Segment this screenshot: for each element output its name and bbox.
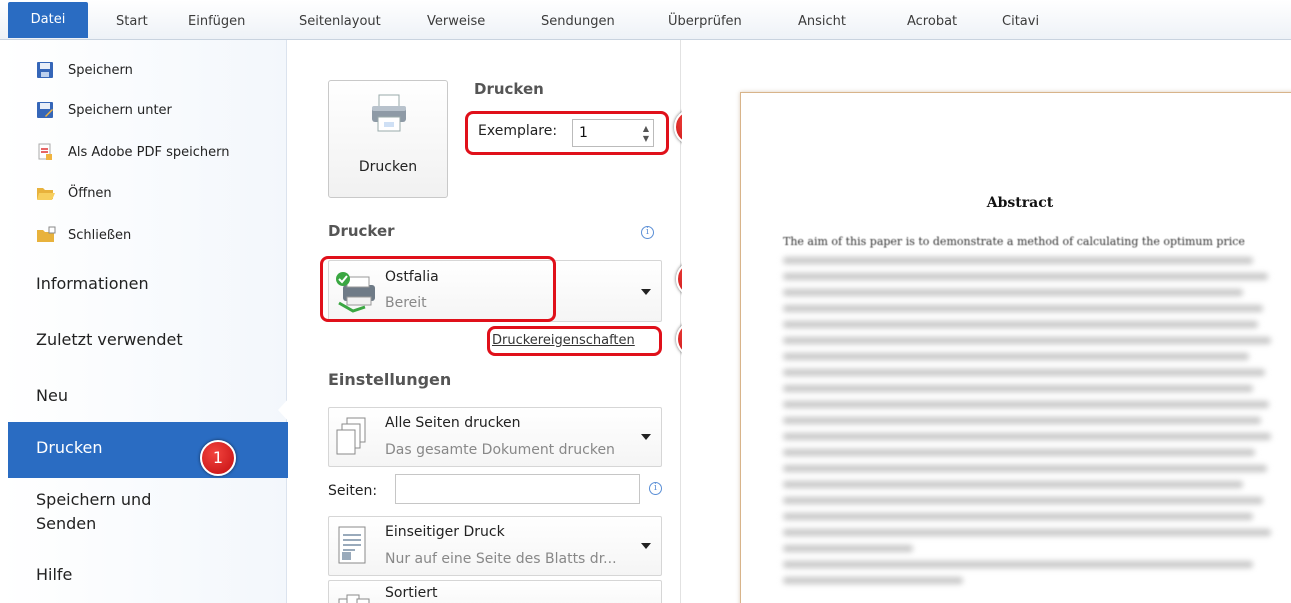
tab-start[interactable]: Start [116, 0, 148, 40]
single-sided-icon [337, 525, 371, 573]
save-icon [36, 61, 56, 79]
tab-review[interactable]: Überprüfen [668, 0, 742, 40]
tab-view[interactable]: Ansicht [798, 0, 846, 40]
preview-first-line: The aim of this paper is to demonstrate … [783, 235, 1245, 248]
chevron-down-icon [641, 543, 651, 549]
blurred-text-line [783, 369, 1265, 376]
tab-page-layout[interactable]: Seitenlayout [299, 0, 381, 40]
blurred-text-line [783, 561, 1253, 568]
settings-heading: Einstellungen [328, 370, 452, 389]
pages-icon [335, 416, 369, 464]
nav-save[interactable]: Speichern [36, 55, 133, 85]
tab-references[interactable]: Verweise [427, 0, 485, 40]
blurred-text-line [783, 385, 1253, 392]
callout-box-copies [465, 111, 669, 155]
callout-box-properties [487, 326, 662, 356]
print-preview: Abstract The aim of this paper is to dem… [682, 40, 1291, 603]
blurred-text-line [783, 529, 1271, 536]
info-icon[interactable]: i [641, 226, 654, 239]
pages-label: Seiten: [328, 483, 378, 499]
save-as-icon [36, 101, 56, 119]
blurred-text-line [783, 401, 1269, 408]
folder-open-icon [36, 184, 56, 202]
nav-save-pdf-label: Als Adobe PDF speichern [68, 144, 230, 160]
nav-item-print-label: Drucken [36, 438, 103, 457]
nav-open[interactable]: Öffnen [36, 178, 112, 208]
blurred-text-line [783, 513, 1253, 520]
range-subtitle: Das gesamte Dokument drucken [385, 442, 615, 458]
nav-item-info[interactable]: Informationen [36, 272, 149, 296]
sides-title: Einseitiger Druck [385, 524, 505, 540]
nav-item-help[interactable]: Hilfe [36, 563, 72, 587]
preview-page: Abstract The aim of this paper is to dem… [740, 92, 1291, 603]
nav-open-label: Öffnen [68, 185, 112, 201]
nav-close[interactable]: Schließen [36, 220, 131, 250]
blurred-text-line [783, 289, 1243, 296]
blurred-text-line [783, 353, 1249, 360]
blurred-text-line [783, 545, 913, 552]
blurred-text-line [783, 465, 1267, 472]
nav-save-pdf[interactable]: Als Adobe PDF speichern [36, 137, 230, 167]
blurred-text-line [783, 273, 1268, 280]
collate-title: Sortiert [385, 585, 438, 601]
tab-mailings[interactable]: Sendungen [541, 0, 615, 40]
blurred-text-line [783, 337, 1271, 344]
sides-subtitle: Nur auf eine Seite des Blatts dr... [385, 551, 617, 567]
nav-item-save-send-line2: Senden [36, 514, 97, 533]
blurred-text-line [783, 257, 1253, 264]
printer-heading: Drucker [328, 222, 395, 240]
nav-item-recent[interactable]: Zuletzt verwendet [36, 328, 183, 352]
blurred-text-line [783, 481, 1243, 488]
print-heading: Drucken [474, 80, 544, 98]
pages-input[interactable] [395, 474, 640, 504]
chevron-down-icon [641, 434, 651, 440]
info-icon[interactable]: i [649, 482, 662, 495]
duplex-dropdown[interactable]: Einseitiger Druck Nur auf eine Seite des… [328, 516, 662, 576]
tab-citavi[interactable]: Citavi [1002, 0, 1039, 40]
print-range-dropdown[interactable]: Alle Seiten drucken Das gesamte Dokument… [328, 407, 662, 467]
print-button-label: Drucken [358, 159, 418, 175]
range-title: Alle Seiten drucken [385, 415, 521, 431]
nav-item-save-send[interactable]: Speichern und Senden [36, 488, 151, 536]
nav-item-save-send-line1: Speichern und [36, 490, 152, 509]
blurred-text-line [783, 417, 1261, 424]
callout-badge-1: 1 [200, 440, 236, 476]
collate-icon [337, 589, 377, 603]
chevron-down-icon [641, 289, 651, 295]
blurred-text-line [783, 321, 1258, 328]
tab-acrobat[interactable]: Acrobat [907, 0, 957, 40]
blurred-text-line [783, 433, 1271, 440]
nav-item-new[interactable]: Neu [36, 384, 68, 408]
blurred-text-line [783, 305, 1263, 312]
nav-item-print[interactable]: Drucken [8, 422, 288, 478]
callout-box-printer [320, 256, 556, 322]
folder-close-icon [36, 226, 56, 244]
blurred-text-line [783, 497, 1263, 504]
nav-close-label: Schließen [68, 227, 132, 243]
nav-save-label: Speichern [68, 62, 133, 78]
tab-insert[interactable]: Einfügen [188, 0, 245, 40]
preview-abstract-title: Abstract [986, 195, 1054, 211]
ribbon-tab-bar: Datei Start Einfügen Seitenlayout Verwei… [0, 0, 1291, 40]
nav-save-as[interactable]: Speichern unter [36, 95, 172, 125]
blurred-text-line [783, 449, 1255, 456]
print-button[interactable]: Drucken [328, 80, 448, 198]
backstage-nav: Speichern Speichern unter Als Adobe PDF … [0, 40, 288, 603]
tab-file[interactable]: Datei [8, 2, 88, 38]
nav-save-as-label: Speichern unter [68, 102, 172, 118]
collate-dropdown[interactable]: Sortiert [328, 580, 662, 603]
blurred-text-line [783, 577, 963, 584]
adobe-pdf-icon [36, 143, 56, 161]
printer-icon [370, 93, 408, 137]
